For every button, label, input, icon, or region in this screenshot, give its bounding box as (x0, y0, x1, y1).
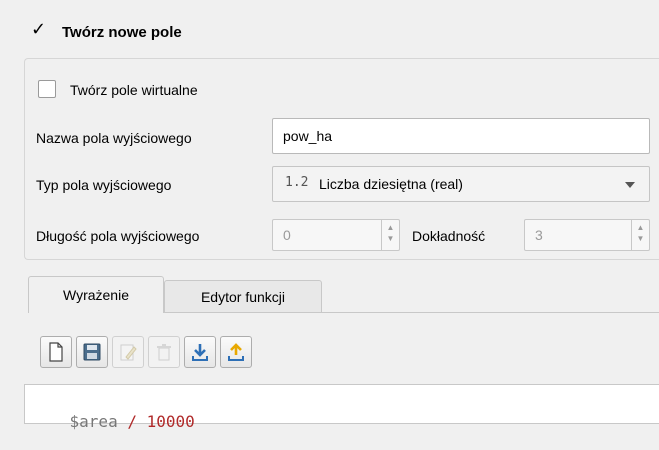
expression-number: 10000 (146, 412, 195, 431)
expression-editor[interactable]: $area / 10000 (24, 384, 659, 431)
output-name-label: Nazwa pola wyjściowego (36, 130, 192, 146)
output-type-select[interactable]: 1.2 Liczba dziesiętna (real) (272, 166, 650, 202)
checkmark-icon: ✓ (31, 19, 47, 39)
create-new-field-checkbox[interactable]: ✓ (29, 19, 49, 42)
new-file-button[interactable] (40, 336, 72, 368)
precision-value: 3 (535, 227, 543, 243)
output-length-spinbox[interactable]: 0 ▲ ▼ (272, 219, 400, 251)
expression-operator: / (117, 412, 147, 431)
edit-icon (120, 344, 137, 361)
tab-function-editor-label: Edytor funkcji (200, 289, 286, 305)
import-button[interactable] (184, 336, 216, 368)
output-type-value: Liczba dziesiętna (real) (319, 176, 463, 192)
output-type-label: Typ pola wyjściowego (36, 177, 172, 193)
spin-arrows-icon[interactable]: ▲ ▼ (381, 220, 399, 250)
tab-expression-label: Wyrażenie (62, 287, 129, 303)
export-button[interactable] (220, 336, 252, 368)
save-button[interactable] (76, 336, 108, 368)
edit-button[interactable] (112, 336, 144, 368)
new-file-icon (49, 342, 63, 362)
precision-label: Dokładność (412, 228, 486, 244)
tab-expression[interactable]: Wyrażenie (28, 276, 164, 313)
export-icon (228, 343, 244, 361)
decimal-type-icon: 1.2 (285, 175, 309, 190)
output-length-label: Długość pola wyjściowego (36, 228, 200, 244)
tab-baseline (322, 312, 659, 313)
tab-function-editor[interactable]: Edytor funkcji (164, 280, 322, 313)
precision-spinbox[interactable]: 3 ▲ ▼ (524, 219, 650, 251)
output-name-value: pow_ha (283, 128, 333, 144)
expression-variable: $area (69, 412, 118, 431)
virtual-field-label: Twórz pole wirtualne (70, 82, 198, 98)
delete-button[interactable] (148, 336, 180, 368)
chevron-down-icon (625, 182, 635, 188)
save-icon (83, 343, 101, 361)
output-name-input[interactable]: pow_ha (272, 118, 650, 154)
spin-arrows-icon[interactable]: ▲ ▼ (631, 220, 649, 250)
output-length-value: 0 (283, 227, 291, 243)
virtual-field-checkbox[interactable] (38, 80, 56, 98)
create-new-field-title: Twórz nowe pole (62, 24, 182, 41)
import-icon (192, 344, 208, 361)
delete-icon (157, 344, 171, 361)
